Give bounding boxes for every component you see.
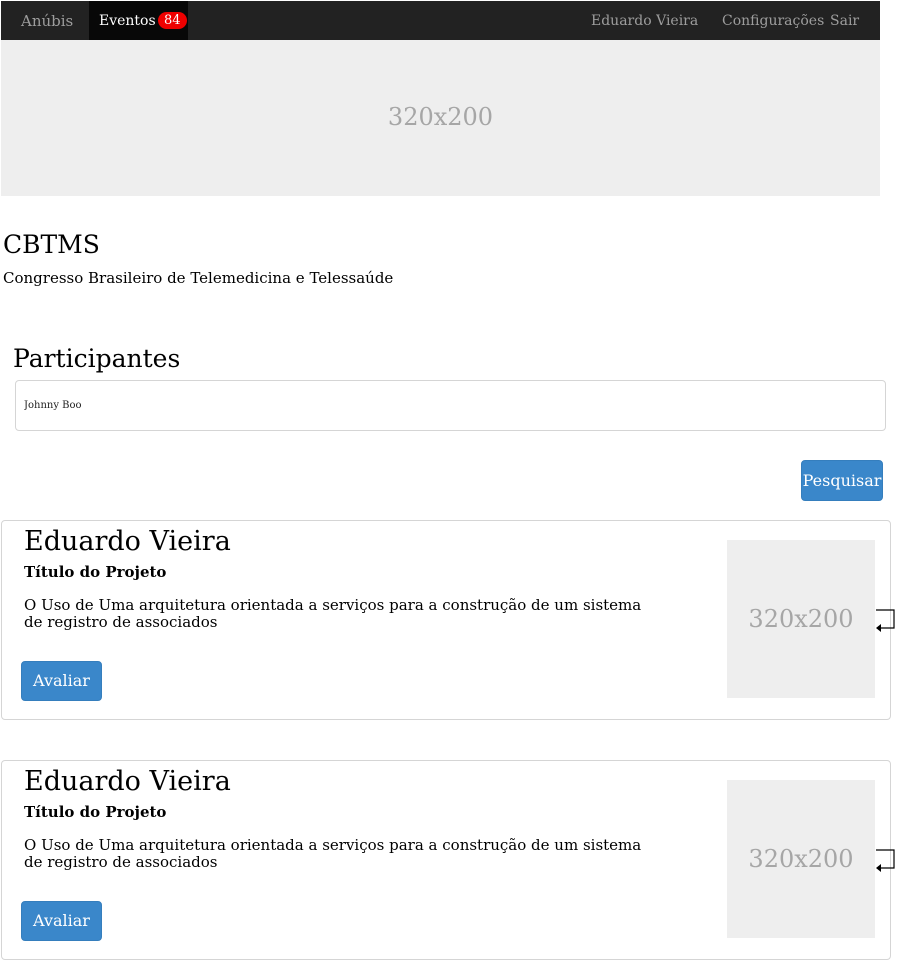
project-description: O Uso de Uma arquitetura orientada a ser… bbox=[24, 596, 642, 631]
participant-name: Eduardo Vieira bbox=[24, 526, 231, 557]
project-title-label: Título do Projeto bbox=[24, 563, 167, 581]
nav-logout-link[interactable]: Sair bbox=[830, 1, 859, 40]
thumbnail-placeholder-text: 320x200 bbox=[748, 845, 854, 873]
nav-tab-eventos-label: Eventos bbox=[99, 13, 156, 29]
participant-name: Eduardo Vieira bbox=[24, 766, 231, 797]
evaluate-button[interactable]: Avaliar bbox=[21, 661, 102, 701]
event-subtitle: Congresso Brasileiro de Telemedicina e T… bbox=[3, 269, 394, 287]
evaluate-button[interactable]: Avaliar bbox=[21, 901, 102, 941]
expand-arrow-icon[interactable] bbox=[874, 848, 898, 874]
thumbnail-placeholder-text: 320x200 bbox=[748, 605, 854, 633]
project-description: O Uso de Uma arquitetura orientada a ser… bbox=[24, 836, 642, 871]
search-button[interactable]: Pesquisar bbox=[801, 460, 883, 501]
brand-link[interactable]: Anúbis bbox=[21, 1, 73, 40]
participants-title: Participantes bbox=[13, 344, 181, 373]
top-navbar: Anúbis Eventos 84 Eduardo Vieira Configu… bbox=[1, 1, 880, 40]
project-thumbnail: 320x200 bbox=[727, 780, 875, 938]
events-count-badge: 84 bbox=[158, 12, 187, 29]
expand-arrow-icon[interactable] bbox=[874, 608, 898, 634]
project-thumbnail: 320x200 bbox=[727, 540, 875, 698]
nav-settings-link[interactable]: Configurações bbox=[722, 1, 824, 40]
project-title-label: Título do Projeto bbox=[24, 803, 167, 821]
nav-user-link[interactable]: Eduardo Vieira bbox=[591, 1, 698, 40]
nav-tab-eventos[interactable]: Eventos 84 bbox=[89, 1, 188, 40]
participant-card: Eduardo Vieira Título do Projeto O Uso d… bbox=[1, 520, 895, 720]
event-title: CBTMS bbox=[3, 230, 100, 259]
participant-search-input[interactable] bbox=[15, 380, 886, 431]
participant-card: Eduardo Vieira Título do Projeto O Uso d… bbox=[1, 760, 895, 960]
hero-placeholder-text: 320x200 bbox=[387, 103, 494, 131]
hero-image-placeholder: 320x200 bbox=[1, 40, 880, 196]
